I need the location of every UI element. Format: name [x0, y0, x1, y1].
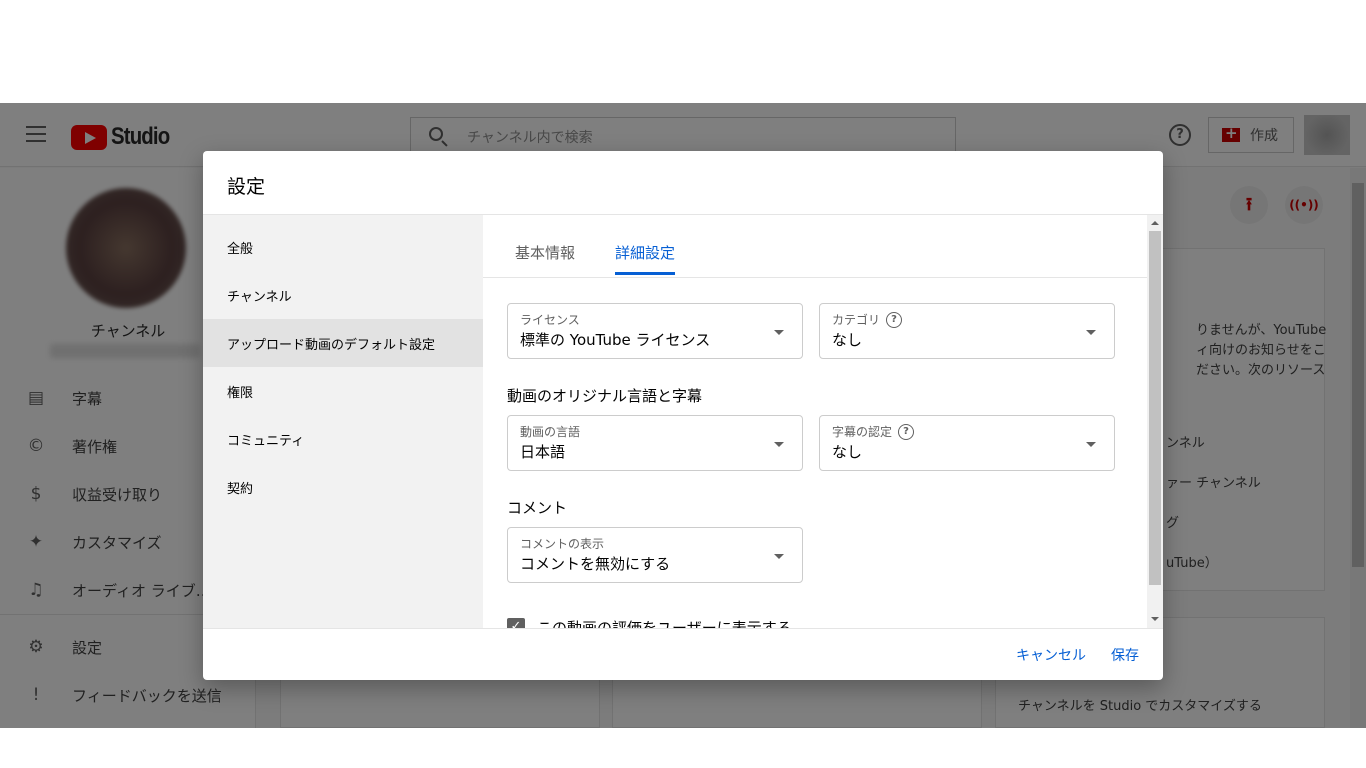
category-select[interactable]: カテゴリ ? なし — [819, 303, 1115, 359]
caret-down-icon — [1086, 330, 1096, 335]
caption-certification-select[interactable]: 字幕の認定 ? なし — [819, 415, 1115, 471]
dialog-title: 設定 — [227, 176, 266, 198]
video-language-value: 日本語 — [520, 443, 566, 461]
tabs-divider — [483, 277, 1147, 278]
settings-nav-permissions[interactable]: 権限 — [203, 367, 483, 415]
tab-basic-info[interactable]: 基本情報 — [515, 242, 575, 263]
help-icon[interactable]: ? — [886, 311, 903, 328]
rating-checkbox[interactable]: ✓ — [507, 618, 525, 628]
caret-down-icon — [1086, 442, 1096, 447]
settings-nav: 全般 チャンネル アップロード動画のデフォルト設定 権限 コミュニティ 契約 — [203, 215, 483, 628]
comment-visibility-select[interactable]: コメントの表示 コメントを無効にする — [507, 527, 803, 583]
category-label-row: カテゴリ ? — [832, 311, 903, 328]
caption-cert-label-row: 字幕の認定 ? — [832, 423, 915, 440]
settings-nav-community[interactable]: コミュニティ — [203, 415, 483, 463]
cancel-button[interactable]: キャンセル — [1016, 645, 1086, 665]
language-section-heading: 動画のオリジナル言語と字幕 — [507, 387, 703, 405]
license-select[interactable]: ライセンス 標準の YouTube ライセンス — [507, 303, 803, 359]
settings-nav-agreements[interactable]: 契約 — [203, 463, 483, 511]
comment-visibility-label: コメントの表示 — [520, 537, 605, 551]
help-icon[interactable]: ? — [898, 423, 915, 440]
settings-nav-general[interactable]: 全般 — [203, 223, 483, 271]
caption-cert-value: なし — [832, 443, 863, 461]
tab-advanced-settings[interactable]: 詳細設定 — [615, 242, 675, 263]
active-tab-indicator — [615, 272, 675, 275]
scroll-down-icon[interactable] — [1151, 617, 1159, 621]
caret-down-icon — [774, 442, 784, 447]
comment-visibility-value: コメントを無効にする — [520, 555, 671, 573]
settings-content: 基本情報 詳細設定 ライセンス 標準の YouTube ライセンス カテゴリ ?… — [483, 215, 1147, 628]
category-label: カテゴリ — [832, 313, 881, 327]
settings-dialog: 設定 全般 チャンネル アップロード動画のデフォルト設定 権限 コミュニティ 契… — [203, 151, 1163, 680]
category-value: なし — [832, 331, 863, 349]
dialog-scrollbar-thumb[interactable] — [1149, 231, 1161, 585]
license-label: ライセンス — [520, 313, 580, 327]
video-language-label: 動画の言語 — [520, 425, 581, 439]
caption-cert-label: 字幕の認定 — [832, 425, 893, 439]
video-language-select[interactable]: 動画の言語 日本語 — [507, 415, 803, 471]
dialog-footer-divider — [203, 628, 1163, 629]
save-button[interactable]: 保存 — [1111, 645, 1139, 665]
comment-section-heading: コメント — [507, 499, 568, 517]
settings-nav-upload-defaults[interactable]: アップロード動画のデフォルト設定 — [203, 319, 483, 367]
rating-checkbox-label: この動画の評価をユーザーに表示する — [537, 619, 792, 628]
studio-app: Studio チャンネル内で検索 ? 作成 チャンネル ▤ 字幕 © 著作権 $… — [0, 103, 1366, 728]
caret-down-icon — [774, 554, 784, 559]
caret-down-icon — [774, 330, 784, 335]
settings-nav-channel[interactable]: チャンネル — [203, 271, 483, 319]
scroll-up-icon[interactable] — [1151, 221, 1159, 225]
license-value: 標準の YouTube ライセンス — [520, 331, 711, 349]
